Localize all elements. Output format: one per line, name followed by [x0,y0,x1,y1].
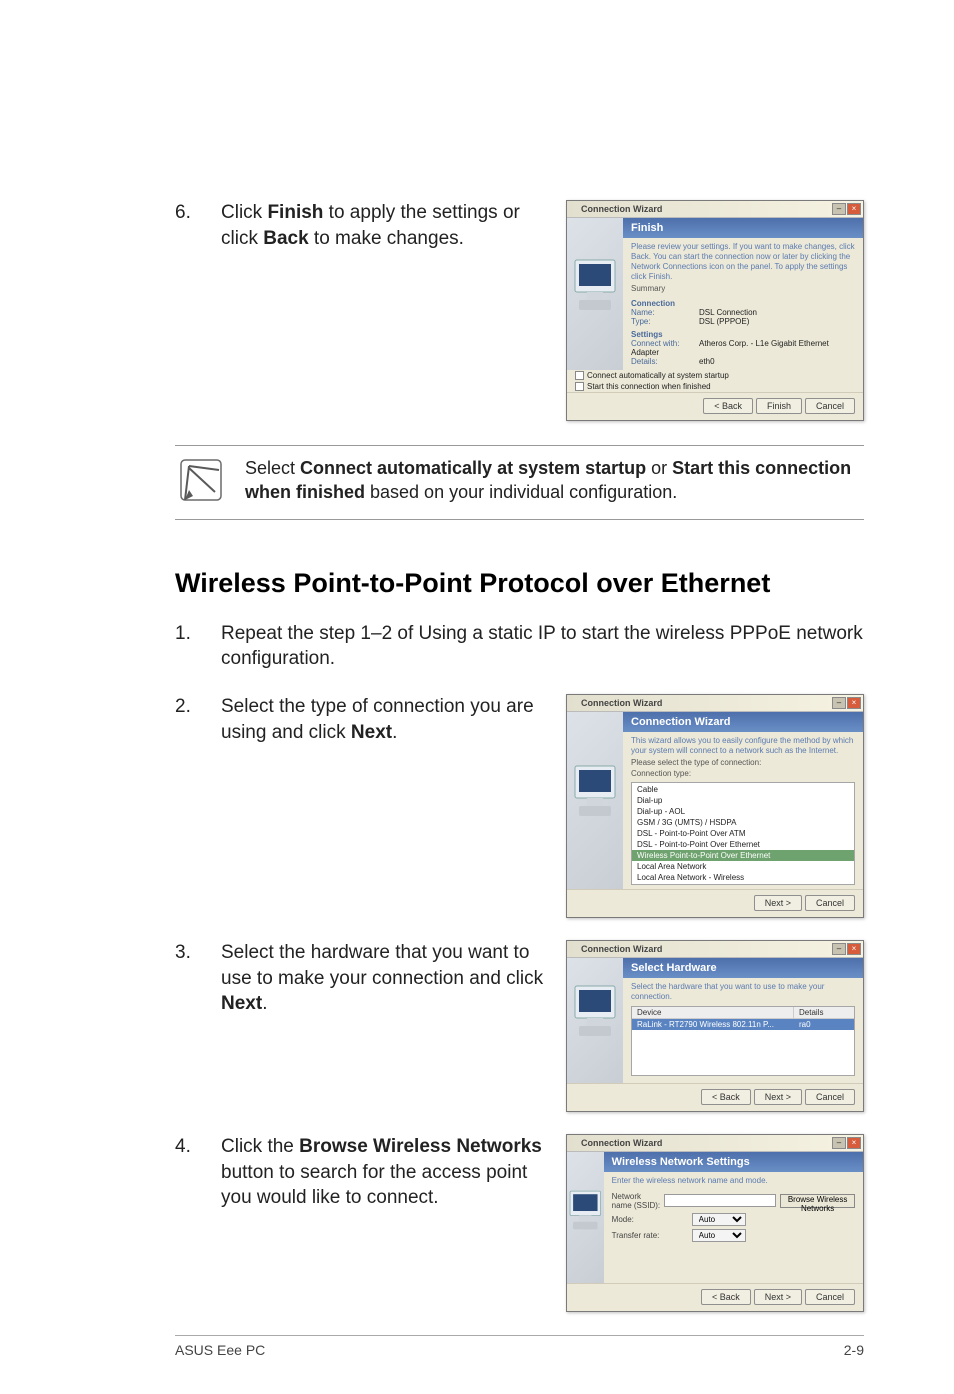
wizard-sidebar-image [567,958,623,1083]
step-text: Click the Browse Wireless Networks butto… [221,1134,548,1211]
wizard-heading: Connection Wizard [623,712,863,732]
wizard-sidebar-image [567,712,623,889]
bold-finish: Finish [267,202,323,223]
list-number: 2. [175,694,203,745]
bold-next: Next [351,722,392,743]
list-item[interactable]: Local Area Network [632,861,854,872]
ssid-input[interactable] [664,1194,776,1207]
table-row[interactable]: RaLink - RT2790 Wireless 802.11n P... ra… [632,1019,854,1030]
cancel-button[interactable]: Cancel [805,1089,855,1105]
bold-back: Back [263,228,308,249]
list-item[interactable]: DSL - Point-to-Point Over Ethernet [632,839,854,850]
back-button[interactable]: < Back [701,1089,751,1105]
list-item[interactable]: Local Area Network - Wireless [632,872,854,883]
wizard-title: Connection Wizard [569,944,831,954]
wizard-select-hardware: Connection Wizard – × Select Hardware Se… [566,940,864,1112]
list-item[interactable]: Dial-up - AOL [632,806,854,817]
cancel-button[interactable]: Cancel [805,895,855,911]
note-text: Select Connect automatically at system s… [245,456,864,505]
wizard-heading: Select Hardware [623,958,863,978]
hardware-table[interactable]: Device Details RaLink - RT2790 Wireless … [631,1006,855,1076]
list-item[interactable]: Dial-up [632,795,854,806]
minimize-button[interactable]: – [832,697,846,709]
minimize-button[interactable]: – [832,203,846,215]
step-text: Select the hardware that you want to use… [221,940,548,1017]
list-number: 6. [175,200,203,251]
note-icon [175,456,227,504]
bold-browse: Browse Wireless Networks [299,1136,542,1157]
list-item[interactable]: Wireless Point-to-Point Over Ethernet [632,850,854,861]
minimize-button[interactable]: – [832,943,846,955]
checkbox-autostart[interactable] [575,371,584,380]
mode-select[interactable]: Auto [692,1213,746,1226]
rate-select[interactable]: Auto [692,1229,746,1242]
step-text: Click Finish to apply the settings or cl… [221,200,548,251]
list-item[interactable]: GSM / 3G (UMTS) / HSDPA [632,817,854,828]
close-button[interactable]: × [847,943,861,955]
list-number: 1. [175,621,203,672]
next-button[interactable]: Next > [754,1089,802,1105]
footer-right: 2-9 [844,1342,864,1358]
next-button[interactable]: Next > [754,1289,802,1305]
wizard-title: Connection Wizard [569,204,831,214]
next-button[interactable]: Next > [754,895,802,911]
wizard-heading: Finish [623,218,863,238]
step-text: Select the type of connection you are us… [221,694,548,745]
checkbox-start-when-finished[interactable] [575,382,584,391]
bold-next: Next [221,993,262,1014]
wizard-wireless-settings: Connection Wizard – × Wireless Network S… [566,1134,864,1312]
close-button[interactable]: × [847,203,861,215]
connection-type-list[interactable]: CableDial-upDial-up - AOLGSM / 3G (UMTS)… [631,782,855,885]
section-heading: Wireless Point-to-Point Protocol over Et… [175,568,864,599]
step-text: Repeat the step 1–2 of Using a static IP… [221,621,864,672]
wizard-title: Connection Wizard [569,1138,831,1148]
wizard-sidebar-image [567,1152,604,1283]
close-button[interactable]: × [847,697,861,709]
back-button[interactable]: < Back [703,398,753,414]
footer-left: ASUS Eee PC [175,1342,265,1358]
close-button[interactable]: × [847,1137,861,1149]
list-item[interactable]: Cable [632,784,854,795]
list-number: 3. [175,940,203,1017]
cancel-button[interactable]: Cancel [805,398,855,414]
list-item[interactable]: DSL - Point-to-Point Over ATM [632,828,854,839]
finish-button[interactable]: Finish [756,398,802,414]
back-button[interactable]: < Back [701,1289,751,1305]
wizard-sidebar-image [567,218,623,370]
list-number: 4. [175,1134,203,1211]
cancel-button[interactable]: Cancel [805,1289,855,1305]
wizard-connection-type: Connection Wizard – × Connection Wizard … [566,694,864,918]
wizard-title: Connection Wizard [569,698,831,708]
browse-wireless-button[interactable]: Browse Wireless Networks [780,1194,855,1208]
wizard-heading: Wireless Network Settings [604,1152,863,1172]
wizard-finish: Connection Wizard – × Finish Please revi… [566,200,864,421]
minimize-button[interactable]: – [832,1137,846,1149]
